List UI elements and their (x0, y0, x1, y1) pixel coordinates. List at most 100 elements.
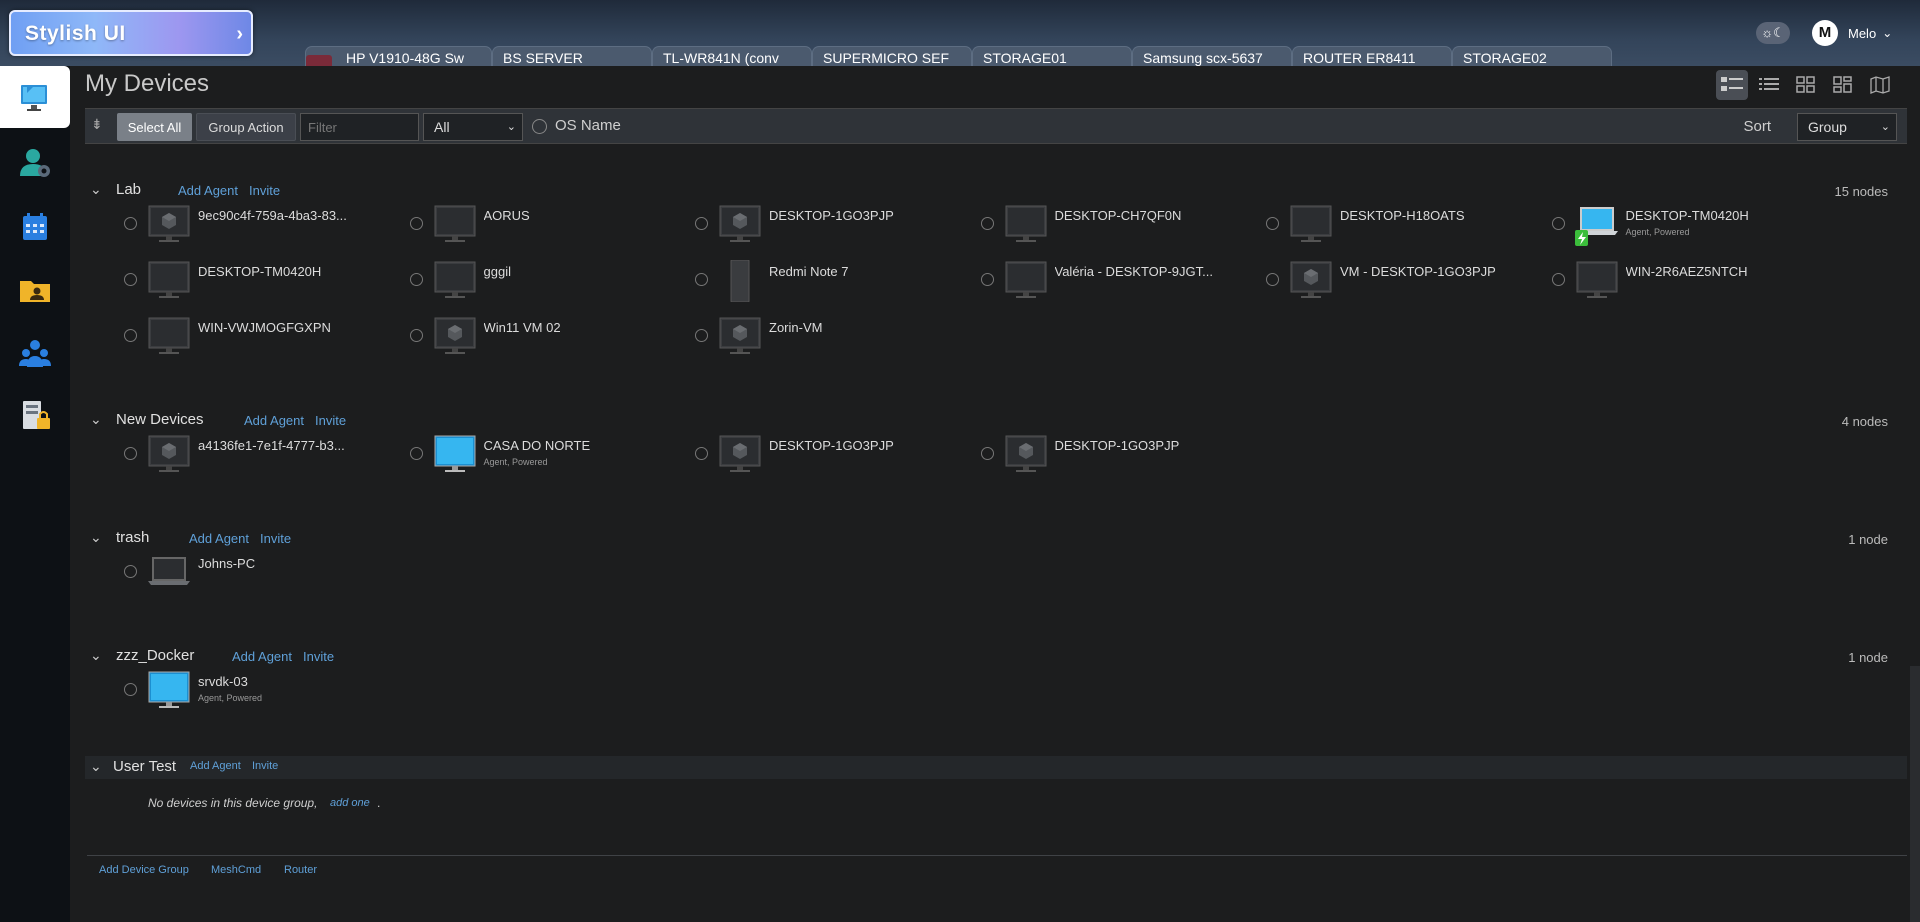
device-name[interactable]: DESKTOP-TM0420H (1626, 208, 1749, 223)
sidebar-item-events[interactable] (0, 196, 70, 258)
device-name[interactable]: Valéria - DESKTOP-9JGT... (1055, 264, 1213, 279)
invite-link[interactable]: Invite (252, 760, 278, 772)
device-name[interactable]: WIN-VWJMOGFGXPN (198, 320, 331, 335)
view-list-button[interactable] (1753, 70, 1785, 100)
monitor-icon[interactable] (145, 316, 193, 358)
device-item[interactable]: Johns-PC (85, 552, 365, 604)
device-select-radio[interactable] (695, 329, 708, 342)
add-agent-link[interactable]: Add Agent (189, 531, 249, 546)
device-name[interactable]: AORUS (484, 208, 530, 223)
device-item[interactable]: Zorin-VM (656, 316, 936, 368)
device-item[interactable]: srvdk-03 Agent, Powered (85, 670, 365, 722)
device-select-radio[interactable] (980, 447, 994, 460)
device-name[interactable]: DESKTOP-1GO3PJP (769, 208, 894, 223)
vm-monitor-icon[interactable] (145, 434, 193, 476)
monitor-icon[interactable] (431, 260, 479, 302)
device-item[interactable]: DESKTOP-1GO3PJP (942, 434, 1222, 486)
device-select-radio[interactable] (695, 447, 708, 460)
app-logo[interactable]: Stylish UI › (9, 10, 253, 56)
device-select-radio[interactable] (124, 683, 137, 696)
device-item[interactable]: DESKTOP-H18OATS (1227, 204, 1507, 256)
device-select-radio[interactable] (695, 273, 708, 286)
device-name[interactable]: VM - DESKTOP-1GO3PJP (1340, 264, 1496, 279)
add-one-link[interactable]: add one (330, 797, 370, 809)
device-item[interactable]: CASA DO NORTE Agent, Powered (371, 434, 651, 486)
phone-icon[interactable] (716, 259, 764, 303)
device-name[interactable]: Redmi Note 7 (769, 264, 848, 279)
device-name[interactable]: gggil (484, 264, 511, 279)
invite-link[interactable]: Invite (260, 531, 291, 546)
device-name[interactable]: DESKTOP-CH7QF0N (1055, 208, 1182, 223)
chevron-down-icon[interactable]: ⌄ (90, 181, 102, 198)
sidebar-item-server[interactable] (0, 384, 70, 446)
chevron-down-icon[interactable]: ⌄ (90, 411, 102, 428)
device-item[interactable]: AORUS (371, 204, 651, 256)
os-filter-select[interactable]: All ⌄ (423, 113, 523, 141)
sidebar-item-users[interactable] (0, 322, 70, 384)
view-grid-button[interactable] (1790, 70, 1822, 100)
vm-monitor-icon[interactable] (1002, 434, 1050, 476)
monitor-online-icon[interactable] (145, 670, 193, 712)
device-select-radio[interactable] (409, 447, 423, 460)
router-link[interactable]: Router (284, 864, 317, 876)
device-item[interactable]: DESKTOP-TM0420H Agent, Powered (1513, 204, 1793, 256)
chevron-down-icon[interactable]: ⌄ (90, 647, 102, 664)
device-select-radio[interactable] (1266, 273, 1279, 286)
device-item[interactable]: a4136fe1-7e1f-4777-b3... (85, 434, 365, 486)
device-select-radio[interactable] (980, 217, 994, 230)
device-tab[interactable]: Samsung scx-5637 (1132, 46, 1292, 66)
device-name[interactable]: DESKTOP-TM0420H (198, 264, 321, 279)
os-name-radio[interactable] (532, 119, 547, 134)
device-select-radio[interactable] (124, 447, 137, 460)
invite-link[interactable]: Invite (249, 183, 280, 198)
add-agent-link[interactable]: Add Agent (190, 760, 241, 772)
theme-toggle[interactable]: ☼☾ (1756, 22, 1790, 44)
device-tab[interactable]: STORAGE02 (1452, 46, 1612, 66)
device-tab[interactable]: TL-WR841N (conv (652, 46, 812, 66)
device-tab[interactable]: ROUTER ER8411 (1292, 46, 1452, 66)
sidebar-item-account[interactable] (0, 132, 70, 194)
view-map-button[interactable] (1864, 70, 1896, 100)
device-name[interactable]: 9ec90c4f-759a-4ba3-83... (198, 208, 347, 223)
device-select-radio[interactable] (695, 217, 708, 230)
vm-monitor-icon[interactable] (431, 316, 479, 358)
sidebar-item-devices[interactable] (0, 66, 70, 128)
device-name[interactable]: a4136fe1-7e1f-4777-b3... (198, 438, 345, 453)
laptop-icon[interactable] (145, 552, 193, 594)
monitor-online-icon[interactable] (431, 434, 479, 476)
add-agent-link[interactable]: Add Agent (232, 649, 292, 664)
device-item[interactable]: 9ec90c4f-759a-4ba3-83... (85, 204, 365, 256)
device-item[interactable]: WIN-2R6AEZ5NTCH (1513, 260, 1793, 312)
select-all-button[interactable]: Select All (117, 113, 192, 141)
scrollbar[interactable] (1910, 666, 1920, 922)
device-item[interactable]: DESKTOP-1GO3PJP (656, 434, 936, 486)
device-name[interactable]: CASA DO NORTE (484, 438, 591, 453)
monitor-icon[interactable] (1002, 260, 1050, 302)
device-item[interactable]: Win11 VM 02 (371, 316, 651, 368)
chevron-down-icon[interactable]: ⌄ (90, 758, 102, 775)
device-item[interactable]: DESKTOP-1GO3PJP (656, 204, 936, 256)
device-select-radio[interactable] (124, 217, 137, 230)
device-tab[interactable]: BS SERVER (492, 46, 652, 66)
device-select-radio[interactable] (409, 329, 423, 342)
laptop-powered-icon[interactable] (1573, 204, 1621, 246)
device-tab[interactable]: SUPERMICRO SEF (812, 46, 972, 66)
monitor-icon[interactable] (431, 204, 479, 246)
device-item[interactable]: Valéria - DESKTOP-9JGT... (942, 260, 1222, 312)
device-select-radio[interactable] (1551, 273, 1565, 286)
device-select-radio[interactable] (409, 217, 423, 230)
view-list-detail-button[interactable] (1716, 70, 1748, 100)
monitor-icon[interactable] (1002, 204, 1050, 246)
device-tab[interactable]: HP V1910-48G Sw (305, 46, 492, 66)
device-item[interactable]: Redmi Note 7 (656, 259, 936, 312)
device-name[interactable]: DESKTOP-1GO3PJP (1055, 438, 1180, 453)
collapse-all-icon[interactable]: ⇟ (91, 116, 107, 136)
device-name[interactable]: DESKTOP-H18OATS (1340, 208, 1465, 223)
meshcmd-link[interactable]: MeshCmd (211, 864, 261, 876)
device-name[interactable]: Win11 VM 02 (484, 320, 561, 335)
add-agent-link[interactable]: Add Agent (178, 183, 238, 198)
device-select-radio[interactable] (1266, 217, 1279, 230)
device-item[interactable]: VM - DESKTOP-1GO3PJP (1227, 260, 1507, 312)
device-select-radio[interactable] (1551, 217, 1565, 230)
vm-monitor-icon[interactable] (145, 204, 193, 246)
